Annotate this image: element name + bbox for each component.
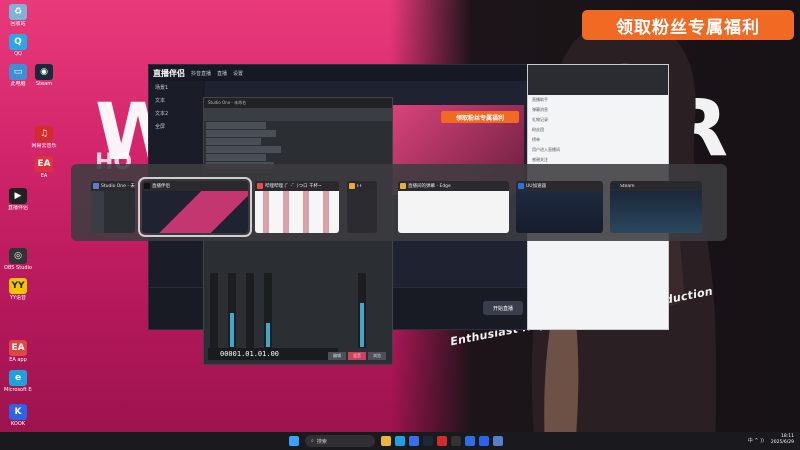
studio-window-title: Studio One - 未命名 [204,98,392,108]
scene-item[interactable]: 文本2 [149,107,205,120]
scene-item[interactable]: 场景1 [149,81,205,94]
desktop-icon-kook[interactable]: K KOOK [4,404,32,427]
edge-icon [400,183,406,189]
desktop-icon-ea[interactable]: EA EA [30,156,58,179]
desktop-icon-obs[interactable]: ◎ OBS Studio [4,248,32,271]
scene-item[interactable]: 文本 [149,94,205,107]
netease-music-icon: ♫ [35,126,53,142]
qq-icon: Q [9,34,27,50]
desktop-icon-recycle-bin[interactable]: ♻ 回收站 [4,4,32,27]
search-icon: ⌕ [311,438,314,444]
yy-icon: YY [9,278,27,294]
steam-taskbar-icon[interactable] [423,436,433,446]
uu-icon [518,183,524,189]
ea-app-icon: EA [9,340,27,356]
studio-mix-button[interactable]: 混音 [348,352,366,360]
live-tab-2[interactable]: 设置 [233,70,243,77]
taskbar-clock[interactable]: 18:11 2025/6/29 [771,434,794,446]
steam-icon: ◉ [35,64,53,80]
live-taskbar-icon[interactable] [451,436,461,446]
taskbar: ⌕ 搜索 中 ^ )) 18:11 2025/6/29 [0,432,800,450]
kook-taskbar-icon[interactable] [479,436,489,446]
ff-icon [349,183,355,189]
live-assistant-icon [144,183,150,189]
scene-item[interactable]: 全屏 [149,120,205,133]
preview-promo-banner: 领取粉丝专属福利 [441,111,519,123]
desktop-icon-live-assistant[interactable]: ▶ 直播伴侣 [4,188,32,211]
chat-line: 榜单 [532,137,540,142]
ea-icon: EA [35,156,53,172]
chat-line: 礼物记录 [532,117,548,122]
edge-icon: e [9,370,27,386]
edge-taskbar-icon[interactable] [395,436,405,446]
desktop-icon-netease-music[interactable]: ♫ 网易云音乐 [30,126,58,149]
obs-icon: ◎ [9,248,27,264]
netease-taskbar-icon[interactable] [437,436,447,446]
kook-icon: K [9,404,27,420]
desktop-icon-yy[interactable]: YY YY语音 [4,278,32,301]
desktop-icon-computer[interactable]: ▭ 此电脑 [4,64,32,87]
switcher-thumb-studio-one[interactable]: Studio One - 未… [91,181,135,233]
studio-toolbar [204,108,392,121]
computer-icon: ▭ [9,64,27,80]
studio-browse-button[interactable]: 浏览 [368,352,386,360]
uu-taskbar-icon[interactable] [465,436,475,446]
chat-line: 直播助手 [532,97,548,102]
file-explorer-icon[interactable] [381,436,391,446]
switcher-thumb-ff[interactable]: FF [347,181,377,233]
switcher-thumb-steam[interactable]: Steam [610,181,702,233]
live-assistant-icon: ▶ [9,188,27,204]
desktop-icon-microsoft-edge[interactable]: e Microsoft Edge [4,370,32,393]
desktop-icon-ea-app[interactable]: EA EA app [4,340,32,363]
chat-line: 弹幕消息 [532,107,548,112]
steam-icon [612,183,618,189]
bilibili-icon [257,183,263,189]
system-tray[interactable]: 中 ^ )) [748,437,764,444]
chat-line: 用户进入直播间 [532,147,560,152]
recycle-bin-icon: ♻ [9,4,27,20]
start-icon[interactable] [289,436,299,446]
promo-banner[interactable]: 领取粉丝专属福利 [582,10,794,40]
live-tab-0[interactable]: 抖音直播 [191,70,211,77]
switcher-thumb-bilibili[interactable]: 哔哩哔哩 (゜-゜)つロ 干杯~ [255,181,339,233]
studio-mixer-faders [210,273,366,348]
desktop-icon-steam[interactable]: ◉ Steam [30,64,58,87]
chat-window-header [528,65,668,95]
chat-line: 粉丝团 [532,127,544,132]
studio-transport-time: 00001.01.01.00 [208,348,338,360]
studio-taskbar-icon[interactable] [493,436,503,446]
switcher-thumb-live-assistant[interactable]: 直播伴侣 [138,177,252,237]
live-window-logo: 直播伴侣 [153,68,185,78]
taskbar-search[interactable]: ⌕ 搜索 [305,435,375,447]
studio-one-icon [93,183,99,189]
app-taskbar-icon[interactable] [409,436,419,446]
live-tab-1[interactable]: 直播 [217,70,227,77]
live-window-titlebar: 直播伴侣 抖音直播 直播 设置 [149,65,527,81]
task-switcher: Studio One - 未… 直播伴侣 哔哩哔哩 (゜-゜)つロ 干杯~ FF… [71,164,727,241]
switcher-thumb-edge[interactable]: 直播间的弹幕 - Edge [398,181,509,233]
desktop-icon-qq[interactable]: Q QQ [4,34,32,57]
studio-edit-button[interactable]: 编辑 [328,352,346,360]
switcher-thumb-uu[interactable]: UU加速器 [516,181,603,233]
go-live-button[interactable]: 开始直播 [483,301,523,315]
